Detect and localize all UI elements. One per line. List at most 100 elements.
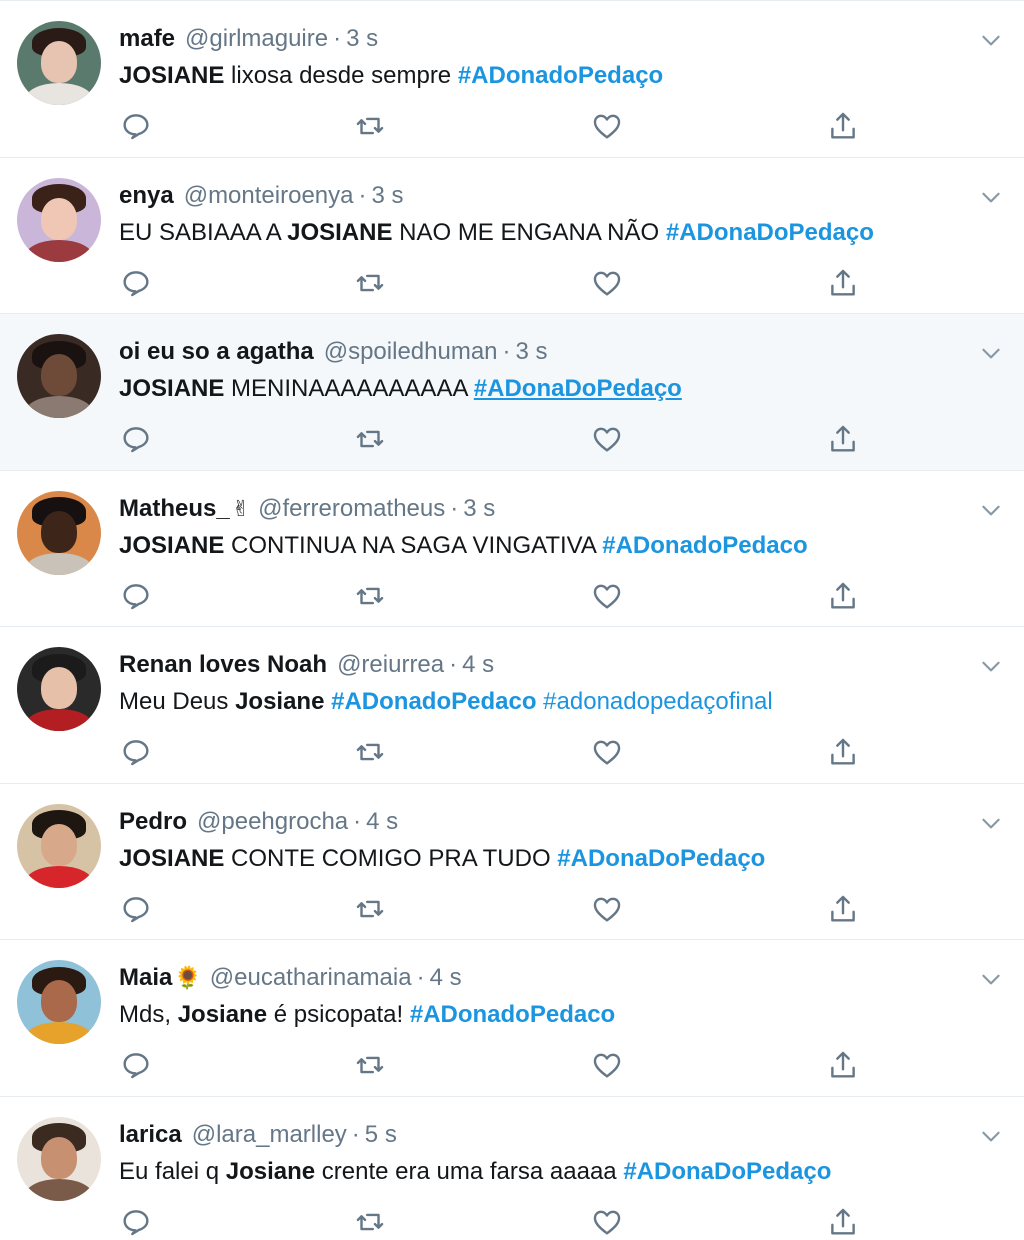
mention-bold: JOSIANE <box>119 62 225 89</box>
tweet-time[interactable]: 4 s <box>462 651 494 678</box>
chevron-down-icon[interactable] <box>978 966 1004 992</box>
avatar[interactable] <box>17 960 101 1044</box>
share-icon[interactable] <box>826 266 860 300</box>
tweet-header: larica @lara_marlley · 5 s <box>119 1121 397 1149</box>
tweet-time[interactable]: 3 s <box>463 495 495 522</box>
share-icon[interactable] <box>826 1048 860 1082</box>
chevron-down-icon[interactable] <box>978 1123 1004 1149</box>
like-icon[interactable] <box>590 735 624 769</box>
tweet-time[interactable]: 5 s <box>365 1121 397 1148</box>
retweet-icon[interactable] <box>353 892 387 926</box>
hashtag-link[interactable]: #ADonadoPedaco <box>331 688 536 715</box>
hashtag-link[interactable]: #ADonaDoPedaço <box>666 219 874 246</box>
user-name[interactable]: mafe <box>119 25 175 52</box>
user-name[interactable]: larica <box>119 1121 182 1148</box>
like-icon[interactable] <box>590 1205 624 1239</box>
reply-icon[interactable] <box>119 579 153 613</box>
avatar[interactable] <box>17 1116 101 1201</box>
like-icon[interactable] <box>590 1048 624 1082</box>
user-name[interactable]: Maia <box>119 964 172 991</box>
like-icon[interactable] <box>590 109 624 143</box>
mention-bold: Josiane <box>177 1001 268 1028</box>
hashtag-link[interactable]: #ADonaDoPedaço <box>623 1158 831 1185</box>
user-handle[interactable]: @peehgrocha <box>197 808 348 835</box>
user-handle[interactable]: @spoiledhuman <box>324 338 498 365</box>
avatar[interactable] <box>17 334 101 418</box>
tweet-5[interactable]: Pedro @peehgrocha · 4 s JOSIANE CONTE COMIG… <box>0 783 1024 940</box>
tweet-3[interactable]: Matheus_✌ @ferreromatheus · 3 s JOSIANE CON… <box>0 470 1024 627</box>
hashtag-link[interactable]: #ADonaDoPedaço <box>474 375 682 402</box>
reply-icon[interactable] <box>119 892 153 926</box>
avatar[interactable] <box>17 177 101 262</box>
chevron-down-icon[interactable] <box>978 27 1004 53</box>
retweet-icon[interactable] <box>353 422 387 456</box>
user-name[interactable]: Renan loves Noah <box>119 651 327 678</box>
retweet-icon[interactable] <box>353 1205 387 1239</box>
user-name[interactable]: enya <box>119 182 174 209</box>
like-icon[interactable] <box>590 422 624 456</box>
text-segment: Eu falei q <box>119 1157 226 1185</box>
tweet-time[interactable]: 3 s <box>346 25 378 52</box>
like-icon[interactable] <box>590 266 624 300</box>
chevron-down-icon[interactable] <box>978 497 1004 523</box>
share-icon[interactable] <box>826 422 860 456</box>
share-icon[interactable] <box>826 892 860 926</box>
tweet-time[interactable]: 3 s <box>371 182 403 209</box>
retweet-icon[interactable] <box>353 1048 387 1082</box>
avatar-shirt <box>25 396 93 418</box>
avatar[interactable] <box>17 803 101 888</box>
hashtag-link[interactable]: #adonadopedaçofinal <box>543 688 773 715</box>
mention-bold: Josiane <box>235 688 325 715</box>
reply-icon[interactable] <box>119 1205 153 1239</box>
reply-icon[interactable] <box>119 266 153 300</box>
tweet-feed: mafe @girlmaguire · 3 s JOSIANE lixosa desd… <box>0 0 1024 1240</box>
like-icon[interactable] <box>590 579 624 613</box>
retweet-icon[interactable] <box>353 579 387 613</box>
tweet-time[interactable]: 4 s <box>430 964 462 991</box>
user-name[interactable]: Matheus_ <box>119 495 230 522</box>
user-handle[interactable]: @ferreromatheus <box>258 495 445 522</box>
hashtag-link[interactable]: #ADonadoPedaco <box>602 532 807 559</box>
reply-icon[interactable] <box>119 1048 153 1082</box>
tweet-7[interactable]: larica @lara_marlley · 5 s Eu falei q Josia… <box>0 1096 1024 1240</box>
like-icon[interactable] <box>590 892 624 926</box>
chevron-down-icon[interactable] <box>978 810 1004 836</box>
chevron-down-icon[interactable] <box>978 653 1004 679</box>
chevron-down-icon[interactable] <box>978 340 1004 366</box>
avatar[interactable] <box>17 21 101 105</box>
reply-icon[interactable] <box>119 735 153 769</box>
separator-dot: · <box>358 181 367 209</box>
tweet-4[interactable]: Renan loves Noah @reiurrea · 4 s Meu Deus J… <box>0 627 1024 784</box>
share-icon[interactable] <box>826 1205 860 1239</box>
retweet-icon[interactable] <box>353 735 387 769</box>
retweet-icon[interactable] <box>353 266 387 300</box>
user-handle[interactable]: @monteiroenya <box>184 182 354 209</box>
avatar[interactable] <box>17 490 101 575</box>
tweet-actions <box>119 892 879 926</box>
retweet-icon[interactable] <box>353 109 387 143</box>
tweet-2[interactable]: oi eu so a agatha @spoiledhuman · 3 s JOSIA… <box>0 314 1024 471</box>
share-icon[interactable] <box>826 735 860 769</box>
hashtag-link[interactable]: #ADonadoPedaco <box>410 1001 615 1028</box>
user-handle[interactable]: @reiurrea <box>337 651 444 678</box>
tweet-time[interactable]: 3 s <box>516 338 548 365</box>
tweet-1[interactable]: enya @monteiroenya · 3 s EU SABIAAA A JOSIA… <box>0 157 1024 314</box>
mention-bold: JOSIANE <box>287 218 393 246</box>
user-name[interactable]: Pedro <box>119 808 187 835</box>
share-icon[interactable] <box>826 109 860 143</box>
reply-icon[interactable] <box>119 422 153 456</box>
user-handle[interactable]: @girlmaguire <box>185 25 328 52</box>
text-segment: Mds, <box>119 1001 178 1028</box>
user-handle[interactable]: @eucatharinamaia <box>210 964 412 991</box>
share-icon[interactable] <box>826 579 860 613</box>
user-name[interactable]: oi eu so a agatha <box>119 338 314 365</box>
tweet-6[interactable]: Maia🌻 @eucatharinamaia · 4 s Mds, Josiane é… <box>0 940 1024 1097</box>
user-handle[interactable]: @lara_marlley <box>192 1121 347 1148</box>
reply-icon[interactable] <box>119 109 153 143</box>
tweet-time[interactable]: 4 s <box>366 808 398 835</box>
avatar[interactable] <box>17 647 101 731</box>
hashtag-link[interactable]: #ADonadoPedaço <box>458 62 663 89</box>
tweet-0[interactable]: mafe @girlmaguire · 3 s JOSIANE lixosa desd… <box>0 1 1024 158</box>
chevron-down-icon[interactable] <box>978 184 1004 210</box>
hashtag-link[interactable]: #ADonaDoPedaço <box>557 845 765 872</box>
